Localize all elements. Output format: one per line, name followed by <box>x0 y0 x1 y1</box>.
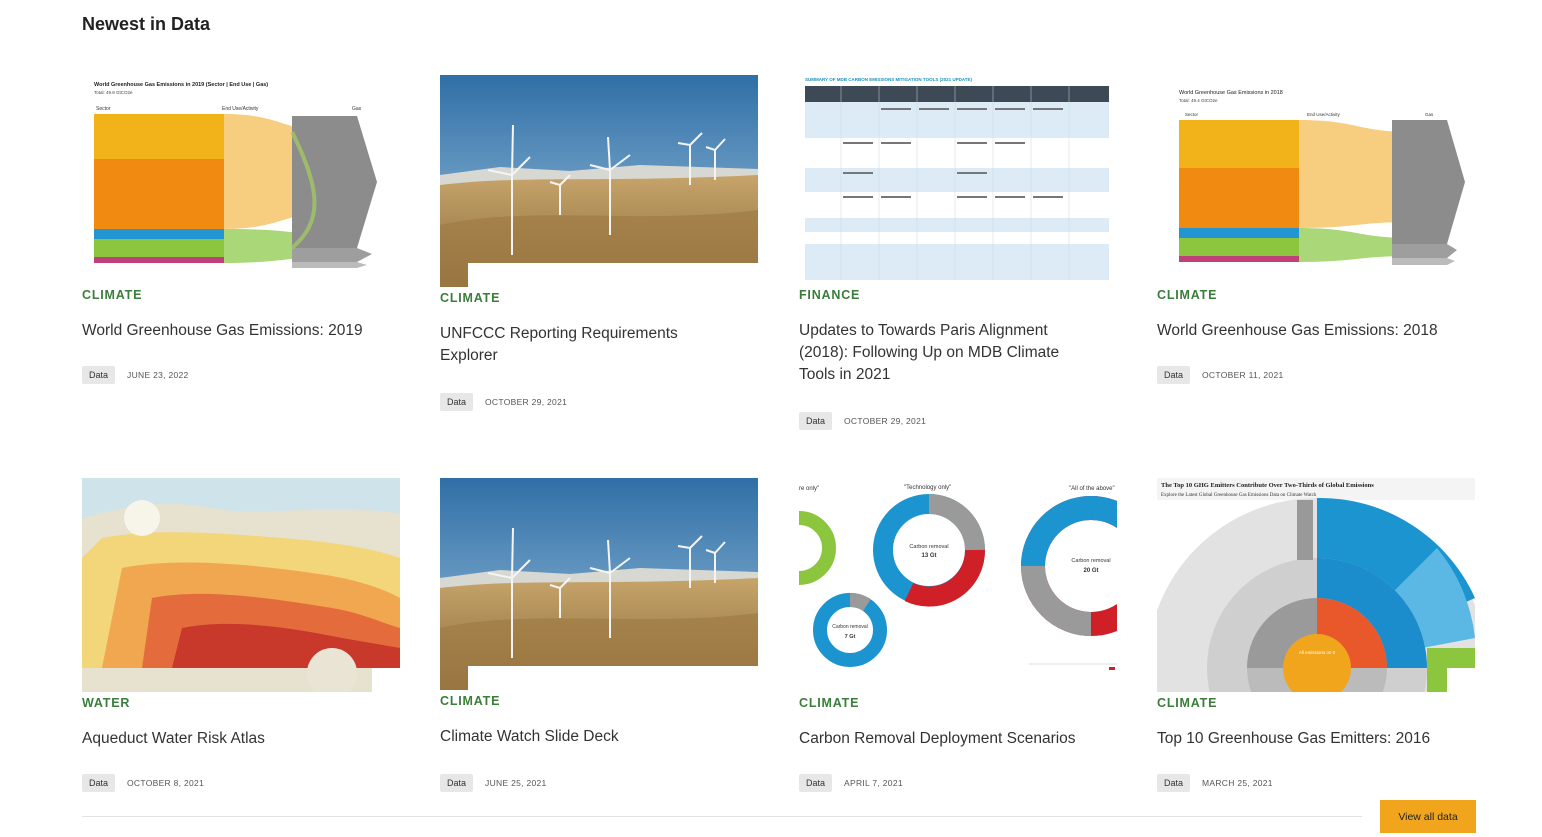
card-aqueduct[interactable]: WATER Aqueduct Water Risk Atlas Data OCT… <box>82 478 402 792</box>
svg-text:End Use/Activity: End Use/Activity <box>222 106 259 112</box>
card-title[interactable]: Top 10 Greenhouse Gas Emitters: 2016 <box>1157 728 1447 750</box>
wind-turbines-image <box>440 478 758 690</box>
content-type-badge: Data <box>440 774 474 792</box>
svg-text:All emissions on 0: All emissions on 0 <box>1299 650 1336 655</box>
card-category[interactable]: FINANCE <box>799 288 1119 302</box>
card-category[interactable]: CLIMATE <box>1157 696 1477 710</box>
card-carbon-removal[interactable]: re only" "Technology only" "All of the a… <box>799 478 1119 792</box>
svg-text:Carbon removal: Carbon removal <box>1071 558 1110 564</box>
card-category[interactable]: WATER <box>82 696 402 710</box>
card-meta: Data OCTOBER 29, 2021 <box>799 412 1119 430</box>
card-thumbnail[interactable] <box>440 478 758 690</box>
svg-text:World Greenhouse Gas Emissions: World Greenhouse Gas Emissions in 2018 <box>1179 90 1283 96</box>
card-meta: Data JUNE 23, 2022 <box>82 366 402 384</box>
sankey-thumbnail-image: World Greenhouse Gas Emissions in 2019 (… <box>82 72 400 284</box>
svg-text:Carbon removal: Carbon removal <box>832 624 868 630</box>
svg-text:The Top 10 GHG Emitters Contri: The Top 10 GHG Emitters Contribute Over … <box>1161 482 1374 489</box>
wind-turbines-image <box>440 75 758 287</box>
card-title[interactable]: Climate Watch Slide Deck <box>440 726 730 748</box>
publish-date: OCTOBER 11, 2021 <box>1202 370 1284 380</box>
svg-text:End Use/Activity: End Use/Activity <box>1307 112 1341 117</box>
card-thumbnail[interactable]: re only" "Technology only" "All of the a… <box>799 478 1117 692</box>
carbon-removal-donuts-image: re only" "Technology only" "All of the a… <box>799 478 1117 692</box>
view-all-data-button[interactable]: View all data <box>1380 800 1476 833</box>
content-type-badge: Data <box>82 366 116 384</box>
card-thumbnail[interactable]: The Top 10 GHG Emitters Contribute Over … <box>1157 478 1475 692</box>
card-category[interactable]: CLIMATE <box>82 288 402 302</box>
content-type-badge: Data <box>799 412 833 430</box>
card-mdb-paris[interactable]: SUMMARY OF MDB CARBON EMISSIONS MITIGATI… <box>799 72 1119 430</box>
card-thumbnail[interactable] <box>440 75 758 287</box>
svg-text:Explore the Latest Global Gree: Explore the Latest Global Greenhouse Gas… <box>1161 493 1317 498</box>
card-thumbnail[interactable]: SUMMARY OF MDB CARBON EMISSIONS MITIGATI… <box>799 72 1117 284</box>
card-thumbnail[interactable]: World Greenhouse Gas Emissions in 2018 T… <box>1157 72 1475 284</box>
card-ghg-2018[interactable]: World Greenhouse Gas Emissions in 2018 T… <box>1157 72 1477 384</box>
card-title[interactable]: Carbon Removal Deployment Scenarios <box>799 728 1089 750</box>
content-type-badge: Data <box>82 774 116 792</box>
card-unfccc[interactable]: CLIMATE UNFCCC Reporting Requirements Ex… <box>440 75 760 411</box>
publish-date: APRIL 7, 2021 <box>844 778 903 788</box>
svg-text:Total: 49.8 GtCO2e: Total: 49.8 GtCO2e <box>94 90 133 95</box>
svg-text:20 Gt: 20 Gt <box>1083 568 1098 574</box>
svg-text:"Technology only": "Technology only" <box>904 485 951 491</box>
card-category[interactable]: CLIMATE <box>440 694 760 708</box>
publish-date: OCTOBER 29, 2021 <box>844 416 927 426</box>
footer-divider <box>82 816 1362 817</box>
card-category[interactable]: CLIMATE <box>440 291 760 305</box>
section-title: Newest in Data <box>82 14 211 34</box>
card-category[interactable]: CLIMATE <box>1157 288 1477 302</box>
publish-date: OCTOBER 8, 2021 <box>127 778 205 788</box>
publish-date: JUNE 23, 2022 <box>127 370 189 380</box>
thumbnail-notch <box>468 263 758 287</box>
card-title[interactable]: World Greenhouse Gas Emissions: 2018 <box>1157 320 1447 342</box>
svg-text:7 Gt: 7 Gt <box>845 634 856 640</box>
card-meta: Data OCTOBER 29, 2021 <box>440 393 760 411</box>
svg-text:SUMMARY OF MDB CARBON EMISSION: SUMMARY OF MDB CARBON EMISSIONS MITIGATI… <box>805 77 973 82</box>
publish-date: JUNE 25, 2021 <box>485 778 547 788</box>
svg-text:Total: 49.4 GtCO2e: Total: 49.4 GtCO2e <box>1179 98 1218 103</box>
content-type-badge: Data <box>1157 774 1191 792</box>
card-title[interactable]: Updates to Towards Paris Alignment (2018… <box>799 320 1089 386</box>
svg-text:Gas: Gas <box>352 106 362 112</box>
card-meta: Data OCTOBER 8, 2021 <box>82 774 402 792</box>
card-meta: Data JUNE 25, 2021 <box>440 774 760 792</box>
sankey-thumbnail-image: World Greenhouse Gas Emissions in 2018 T… <box>1157 72 1475 284</box>
card-title[interactable]: World Greenhouse Gas Emissions: 2019 <box>82 320 372 342</box>
card-title[interactable]: Aqueduct Water Risk Atlas <box>82 728 372 750</box>
sunburst-chart-image: The Top 10 GHG Emitters Contribute Over … <box>1157 478 1475 692</box>
svg-text:Sector: Sector <box>96 106 111 112</box>
card-top10-emitters[interactable]: The Top 10 GHG Emitters Contribute Over … <box>1157 478 1477 792</box>
card-meta: Data APRIL 7, 2021 <box>799 774 1119 792</box>
card-meta: Data MARCH 25, 2021 <box>1157 774 1477 792</box>
water-risk-map-image <box>82 478 400 692</box>
thumbnail-notch <box>372 668 400 692</box>
card-category[interactable]: CLIMATE <box>799 696 1119 710</box>
card-slide-deck[interactable]: CLIMATE Climate Watch Slide Deck Data JU… <box>440 478 760 792</box>
card-meta: Data OCTOBER 11, 2021 <box>1157 366 1477 384</box>
svg-text:"All of the above": "All of the above" <box>1069 486 1115 492</box>
publish-date: OCTOBER 29, 2021 <box>485 397 568 407</box>
publish-date: MARCH 25, 2021 <box>1202 778 1273 788</box>
svg-text:World Greenhouse Gas Emissions: World Greenhouse Gas Emissions in 2019 (… <box>94 82 268 88</box>
thumbnail-notch <box>1447 668 1475 692</box>
content-type-badge: Data <box>440 393 474 411</box>
card-thumbnail[interactable] <box>82 478 400 692</box>
card-ghg-2019[interactable]: World Greenhouse Gas Emissions in 2019 (… <box>82 72 402 384</box>
svg-text:Sector: Sector <box>1185 112 1199 117</box>
mdb-table-thumbnail-image: SUMMARY OF MDB CARBON EMISSIONS MITIGATI… <box>799 72 1117 284</box>
card-title[interactable]: UNFCCC Reporting Requirements Explorer <box>440 323 730 367</box>
card-thumbnail[interactable]: World Greenhouse Gas Emissions in 2019 (… <box>82 72 400 284</box>
svg-text:Carbon removal: Carbon removal <box>909 544 948 550</box>
svg-text:Gas: Gas <box>1425 112 1434 117</box>
content-type-badge: Data <box>799 774 833 792</box>
svg-text:13 Gt: 13 Gt <box>921 553 936 559</box>
thumbnail-notch <box>468 666 758 690</box>
svg-text:re only": re only" <box>799 486 819 492</box>
content-type-badge: Data <box>1157 366 1191 384</box>
